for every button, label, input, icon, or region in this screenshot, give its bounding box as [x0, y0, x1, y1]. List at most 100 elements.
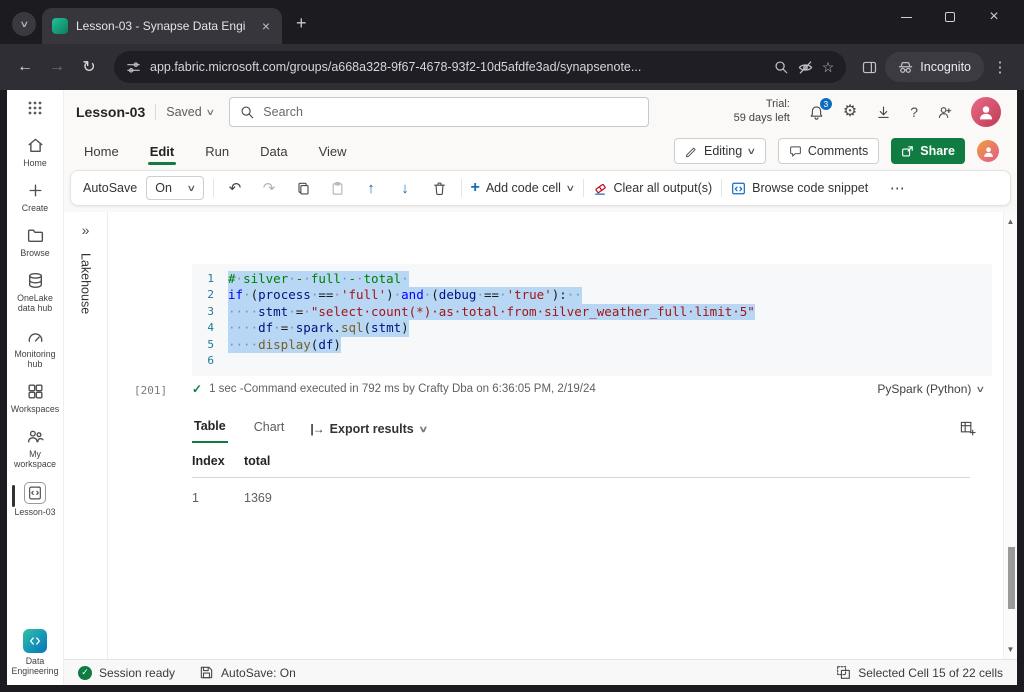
- sidebar-item-my-workspace[interactable]: My workspace: [7, 424, 63, 472]
- browser-tab[interactable]: Lesson-03 - Synapse Data Engi ×: [42, 8, 282, 44]
- saved-status-dropdown[interactable]: Saved∨: [166, 105, 213, 119]
- paste-button[interactable]: [325, 176, 350, 201]
- app-launcher-button[interactable]: [27, 100, 43, 116]
- minimize-icon: [901, 17, 912, 18]
- notifications-button[interactable]: 3: [809, 105, 824, 120]
- cell-status-text: 1 sec -Command executed in 792 ms by Cra…: [209, 383, 596, 395]
- tab-table[interactable]: Table: [192, 415, 228, 443]
- tab-view[interactable]: View: [317, 137, 349, 166]
- address-bar[interactable]: app.fabric.microsoft.com/groups/a668a328…: [114, 51, 846, 83]
- help-icon: ?: [910, 104, 918, 120]
- maximize-button[interactable]: [928, 0, 972, 34]
- share-button[interactable]: Share: [891, 138, 965, 164]
- sidebar-item-home[interactable]: Home: [7, 133, 63, 171]
- copy-button[interactable]: [291, 176, 316, 201]
- minimize-button[interactable]: [884, 0, 928, 34]
- delete-cell-button[interactable]: [427, 176, 452, 201]
- tab-close-icon[interactable]: ×: [260, 18, 272, 34]
- divider: [461, 179, 462, 197]
- trial-status: Trial: 59 days left: [734, 98, 790, 126]
- sidebar-item-lesson-03[interactable]: Lesson-03: [7, 479, 63, 520]
- notebook-canvas: 1#·silver·-·full·-·total·2if·(process·==…: [108, 212, 1003, 659]
- eye-blocked-icon[interactable]: [798, 60, 813, 75]
- kernel-dropdown[interactable]: PySpark (Python)∨: [877, 382, 992, 396]
- help-button[interactable]: ?: [910, 104, 918, 120]
- editing-mode-dropdown[interactable]: Editing∨: [674, 138, 766, 164]
- move-cell-down-button[interactable]: ↓: [393, 176, 418, 201]
- more-options-button[interactable]: ⋯: [885, 176, 910, 201]
- column-header-total: total: [244, 454, 270, 468]
- expand-panel-icon[interactable]: »: [82, 222, 90, 238]
- downloads-button[interactable]: [876, 105, 891, 120]
- tab-search-button[interactable]: ∨: [12, 12, 36, 36]
- browser-nav-bar: ← → ↻ app.fabric.microsoft.com/groups/a6…: [0, 44, 1024, 90]
- table-view-button[interactable]: [960, 421, 992, 437]
- person-icon: [982, 145, 995, 158]
- split-screen-icon[interactable]: [862, 60, 877, 75]
- code-cell-editor[interactable]: 1#·silver·-·full·-·total·2if·(process·==…: [192, 264, 992, 376]
- zoom-icon[interactable]: [774, 60, 789, 75]
- tab-run[interactable]: Run: [203, 137, 231, 166]
- sidebar-item-monitoring-hub[interactable]: Monitoring hub: [7, 324, 63, 372]
- lakehouse-panel-collapsed: » Lakehouse: [64, 212, 108, 659]
- clear-outputs-icon: [593, 181, 608, 196]
- tab-home[interactable]: Home: [82, 137, 121, 166]
- notebook-code-icon: [27, 485, 43, 501]
- close-button[interactable]: ×: [972, 0, 1016, 34]
- move-cell-up-button[interactable]: ↑: [359, 176, 384, 201]
- code-lines: 1#·silver·-·full·-·total·2if·(process·==…: [192, 271, 992, 369]
- scrollbar-thumb[interactable]: [1008, 547, 1015, 609]
- favorite-star-icon[interactable]: ☆: [822, 59, 835, 76]
- paste-icon: [330, 181, 345, 196]
- app-launcher-icon: [27, 100, 43, 116]
- refresh-button[interactable]: ↻: [74, 52, 104, 82]
- clear-all-outputs-button[interactable]: Clear all output(s): [593, 181, 713, 196]
- new-tab-button[interactable]: +: [296, 13, 307, 34]
- settings-button[interactable]: ⚙: [843, 104, 857, 120]
- autosave-status: AutoSave: On: [199, 665, 296, 680]
- search-box[interactable]: [229, 97, 649, 127]
- scroll-up-icon[interactable]: ▲: [1007, 217, 1015, 226]
- browser-menu-button[interactable]: ⋮: [986, 58, 1014, 76]
- feedback-button[interactable]: [937, 105, 952, 120]
- sidebar-item-workspaces[interactable]: Workspaces: [7, 379, 63, 417]
- vertical-scrollbar[interactable]: ▲ ▼: [1003, 212, 1017, 659]
- lakehouse-panel-label[interactable]: Lakehouse: [79, 253, 93, 314]
- sidebar-item-create[interactable]: Create: [7, 178, 63, 216]
- tab-data[interactable]: Data: [258, 137, 289, 166]
- back-button[interactable]: ←: [10, 52, 40, 82]
- presence-avatar[interactable]: [977, 140, 999, 162]
- fabric-app: Home Create Browse OneLake data hub Moni…: [7, 90, 1017, 685]
- chevron-down-icon: ∨: [418, 424, 428, 435]
- download-icon: [876, 105, 891, 120]
- tab-edit[interactable]: Edit: [148, 137, 177, 166]
- sidebar-item-data-engineering[interactable]: Data Engineering: [7, 626, 63, 679]
- people-icon: [26, 427, 45, 446]
- window-controls: ×: [884, 0, 1016, 34]
- search-icon: [240, 105, 255, 120]
- site-settings-icon[interactable]: [126, 60, 141, 75]
- search-input[interactable]: [263, 105, 638, 119]
- sidebar-item-browse[interactable]: Browse: [7, 223, 63, 261]
- comments-button[interactable]: Comments: [778, 138, 879, 164]
- autosave-dropdown[interactable]: On∨: [146, 176, 203, 200]
- browse-code-snippet-button[interactable]: Browse code snippet: [731, 181, 868, 196]
- copy-icon: [296, 181, 311, 196]
- app-header: Lesson-03 Saved∨ Trial: 59 days left 3 ⚙: [64, 90, 1017, 134]
- undo-button[interactable]: ↶: [223, 176, 248, 201]
- export-results-dropdown[interactable]: |→ Export results ∨: [310, 422, 426, 436]
- chevron-down-icon: ∨: [19, 19, 29, 30]
- redo-button[interactable]: ↷: [257, 176, 282, 201]
- sidebar-item-onelake-data-hub[interactable]: OneLake data hub: [7, 268, 63, 316]
- comment-icon: [789, 145, 802, 158]
- menu-actions: Editing∨ Comments Share: [674, 138, 999, 164]
- add-code-cell-button[interactable]: + Add code cell ∨: [471, 179, 574, 197]
- scroll-down-icon[interactable]: ▼: [1007, 645, 1015, 654]
- forward-button[interactable]: →: [42, 52, 72, 82]
- account-avatar[interactable]: [971, 97, 1001, 127]
- table-row: 1 1369: [192, 478, 970, 505]
- person-add-icon: [937, 105, 952, 120]
- person-icon: [977, 103, 995, 121]
- maximize-icon: [945, 12, 955, 22]
- tab-chart[interactable]: Chart: [252, 416, 287, 442]
